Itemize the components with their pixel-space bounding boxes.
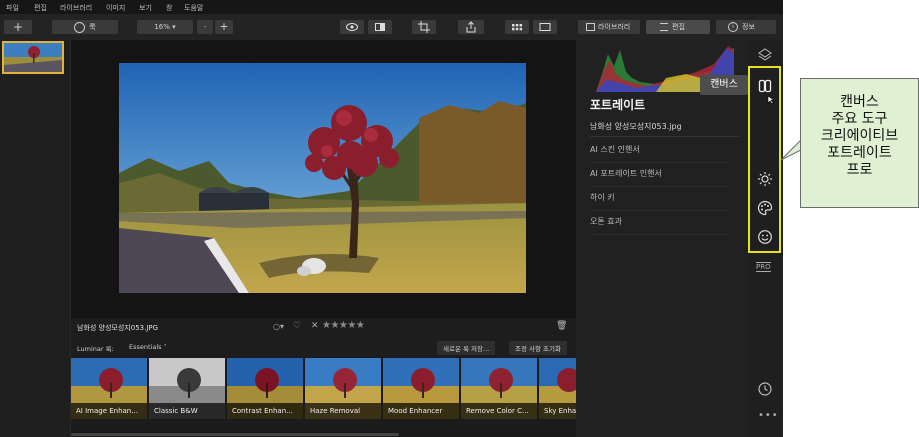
tab-info[interactable]: i 정보 bbox=[716, 20, 776, 34]
looks-label: 룩 bbox=[89, 23, 96, 31]
image-viewer[interactable] bbox=[71, 40, 576, 318]
preview-eye-button[interactable] bbox=[340, 20, 364, 34]
image-info-bar: 남화성 양성모성지053.JPG ○▾ ♡ ✕ ★★★★★ 🗑 bbox=[71, 318, 576, 338]
pro-badge[interactable]: PRO bbox=[756, 262, 771, 272]
filmstrip-thumbnail-selected[interactable] bbox=[2, 41, 64, 74]
tab-edit[interactable]: 편집 bbox=[646, 20, 710, 34]
chevron-down-icon: ▾ bbox=[172, 23, 176, 31]
main-photo bbox=[119, 63, 526, 293]
menu-image[interactable]: 이미지 bbox=[106, 3, 125, 13]
scrollbar-thumb[interactable] bbox=[71, 433, 399, 436]
grid-icon bbox=[512, 24, 523, 31]
info-icon: i bbox=[728, 22, 738, 32]
callout-line: 프로 bbox=[846, 162, 873, 178]
tab-info-label: 정보 bbox=[742, 23, 755, 31]
luminar-app-window: 파일 편집 라이브러리 이미지 보기 창 도움말 + 룩 16% ▾ - + 라… bbox=[0, 0, 783, 437]
compare-button[interactable] bbox=[368, 20, 392, 34]
looks-bar-label: Luminar 룩: bbox=[77, 345, 114, 353]
zoom-value: 16% bbox=[154, 23, 170, 31]
looks-icon bbox=[74, 21, 86, 33]
looks-bar: Luminar 룩: Essentials ˄ 새로운 룩 저장... 조정 사… bbox=[71, 338, 576, 356]
grid-view-button[interactable] bbox=[505, 20, 529, 34]
look-name: Remove Color C... bbox=[461, 403, 537, 419]
tab-library-label: 라이브러리 bbox=[598, 23, 631, 31]
library-icon bbox=[586, 23, 595, 31]
menu-help[interactable]: 도움말 bbox=[184, 3, 203, 13]
menu-window[interactable]: 창 bbox=[166, 3, 172, 13]
trash-icon[interactable]: 🗑 bbox=[556, 321, 567, 331]
zoom-out-button[interactable]: - bbox=[197, 20, 213, 34]
image-filename: 남화성 양성모성지053.JPG bbox=[77, 324, 159, 332]
tab-edit-label: 편집 bbox=[672, 23, 685, 31]
zoom-in-button[interactable]: + bbox=[215, 20, 233, 34]
highlight-box bbox=[748, 66, 781, 253]
looks-scrollbar[interactable] bbox=[71, 432, 576, 437]
tool-orton-effect[interactable]: 오톤 효과 bbox=[590, 210, 730, 235]
reset-adjustments-button[interactable]: 조정 사항 초기화 bbox=[509, 341, 567, 355]
look-name: Contrast Enhan... bbox=[227, 403, 303, 419]
look-thumbnail[interactable]: Contrast Enhan... bbox=[227, 358, 303, 419]
look-name: Sky Enha bbox=[539, 403, 576, 419]
filmstrip bbox=[0, 40, 71, 437]
look-name: AI Image Enhan... bbox=[71, 403, 147, 419]
compare-icon bbox=[375, 23, 385, 31]
single-view-icon bbox=[539, 23, 551, 31]
look-thumbnail[interactable]: Mood Enhancer bbox=[383, 358, 459, 419]
panel-divider bbox=[590, 136, 740, 137]
tools-panel: 포트레이트 남화성 양성모성지053.jpg AI 스킨 인핸서 AI 포트레이… bbox=[576, 40, 750, 437]
history-clock-icon[interactable] bbox=[757, 381, 773, 397]
thumbnail-image bbox=[4, 43, 62, 72]
rating-stars[interactable]: ★★★★★ bbox=[322, 320, 365, 331]
callout-line: 크리에이티브 bbox=[820, 128, 899, 144]
crop-button[interactable] bbox=[412, 20, 436, 34]
callout-line: 포트레이트 bbox=[827, 145, 892, 161]
callout-line: 캔버스 bbox=[840, 94, 879, 110]
single-view-button[interactable] bbox=[533, 20, 557, 34]
tool-ai-portrait-enhancer[interactable]: AI 포트레이트 인핸서 bbox=[590, 162, 730, 187]
share-button[interactable] bbox=[458, 20, 484, 34]
look-thumbnail[interactable]: Classic B&W bbox=[149, 358, 225, 419]
zoom-select[interactable]: 16% ▾ bbox=[137, 20, 193, 34]
tab-library[interactable]: 라이브러리 bbox=[578, 20, 640, 34]
menu-file[interactable]: 파일 bbox=[6, 3, 19, 13]
save-look-button[interactable]: 새로운 룩 저장... bbox=[437, 341, 496, 355]
looks-button[interactable]: 룩 bbox=[52, 20, 118, 34]
look-thumbnail[interactable]: Haze Removal bbox=[305, 358, 381, 419]
look-name: Haze Removal bbox=[305, 403, 381, 419]
panel-filename: 남화성 양성모성지053.jpg bbox=[590, 122, 682, 131]
share-icon bbox=[466, 21, 476, 33]
add-button[interactable]: + bbox=[4, 20, 32, 34]
menu-edit[interactable]: 편집 bbox=[34, 3, 47, 13]
module-tabs: 라이브러리 편집 i 정보 bbox=[578, 14, 783, 40]
color-label-icon[interactable]: ○▾ bbox=[273, 322, 284, 331]
menu-view[interactable]: 보기 bbox=[139, 3, 152, 13]
menu-bar: 파일 편집 라이브러리 이미지 보기 창 도움말 bbox=[0, 0, 783, 14]
eye-icon bbox=[346, 23, 358, 31]
crop-icon bbox=[418, 21, 430, 33]
look-thumbnail[interactable]: Sky Enha bbox=[539, 358, 576, 419]
chevron-up-icon: ˄ bbox=[163, 343, 167, 351]
looks-collection-value: Essentials bbox=[129, 343, 162, 351]
look-name: Mood Enhancer bbox=[383, 403, 459, 419]
more-options-icon[interactable]: ••• bbox=[758, 410, 779, 421]
looks-strip: AI Image Enhan... Classic B&W Contrast E… bbox=[71, 356, 576, 420]
menu-library[interactable]: 라이브러리 bbox=[60, 3, 92, 13]
look-thumbnail[interactable]: AI Image Enhan... bbox=[71, 358, 147, 419]
annotation-callout: 캔버스 주요 도구 크리에이티브 포트레이트 프로 bbox=[800, 78, 919, 208]
heart-icon[interactable]: ♡ bbox=[293, 321, 301, 331]
canvas-tooltip: 캔버스 bbox=[700, 75, 748, 95]
panel-title: 포트레이트 bbox=[590, 98, 646, 112]
layers-icon[interactable] bbox=[757, 47, 773, 63]
reject-icon[interactable]: ✕ bbox=[311, 321, 319, 331]
tool-high-key[interactable]: 하이 키 bbox=[590, 186, 730, 211]
look-name: Classic B&W bbox=[149, 403, 225, 419]
look-thumbnail[interactable]: Remove Color C... bbox=[461, 358, 537, 419]
sliders-icon bbox=[660, 23, 668, 31]
looks-collection-select[interactable]: Essentials ˄ bbox=[129, 343, 167, 351]
tool-ai-skin-enhancer[interactable]: AI 스킨 인핸서 bbox=[590, 138, 730, 163]
callout-line: 주요 도구 bbox=[831, 111, 888, 127]
